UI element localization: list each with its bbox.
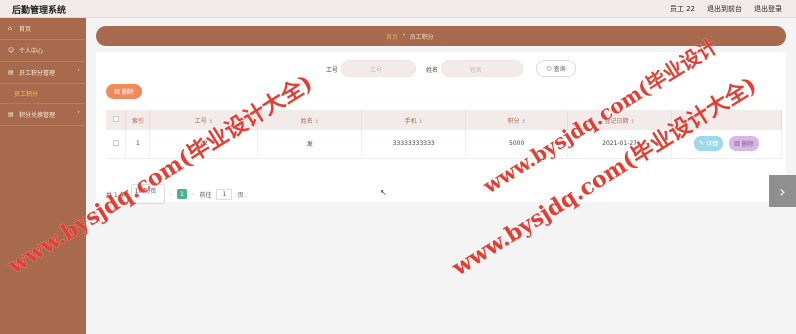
- search-row: 工号 工号 姓名 姓名 ○ 查询: [96, 60, 786, 78]
- data-table: 索引 工号 ⇕ 姓名 ⇕ 手机 ⇕ 积分 ⇕ 登记日期 ⇕ 1 22 发 33333333…: [106, 110, 782, 159]
- select-all-checkbox[interactable]: [112, 116, 119, 122]
- cell-index: 1: [125, 130, 151, 159]
- back-to-front-link[interactable]: 退出到前台: [707, 4, 742, 14]
- emp-no-input[interactable]: 工号: [341, 60, 416, 77]
- current-page[interactable]: 1: [177, 189, 188, 199]
- sidebar: ⌂ 首页 ☺ 个人中心 ▤ 员工积分管理 ˄ 员工积分 ▤ 积分兑换管理 ˅: [0, 18, 86, 334]
- detail-button[interactable]: ✎ 详情: [694, 136, 724, 152]
- query-button[interactable]: ○ 查询: [536, 60, 576, 77]
- sidebar-subitem-points[interactable]: 员工积分: [0, 84, 86, 104]
- emp-no-label: 工号: [326, 67, 339, 74]
- cell-name: 发: [257, 130, 363, 159]
- sidebar-item-label: 员工积分: [14, 91, 39, 98]
- sidebar-item-profile[interactable]: ☺ 个人中心: [0, 40, 86, 62]
- row-checkbox[interactable]: [112, 139, 119, 146]
- column-header[interactable]: 登记日期 ⇕: [567, 110, 673, 130]
- top-right-links: 员工 22 退出到前台 退出登录: [670, 4, 782, 14]
- actions-header: [671, 110, 782, 130]
- column-header[interactable]: 工号 ⇕: [149, 110, 259, 130]
- row-delete-button[interactable]: ▥ 删除: [729, 136, 759, 152]
- sort-icon[interactable]: ⇕: [522, 119, 526, 125]
- sidebar-item-label: 个人中心: [19, 48, 44, 55]
- sidebar-item-label: 积分兑换管理: [19, 112, 56, 119]
- page-size-select[interactable]: 10条/页 ˅: [130, 184, 165, 204]
- cell-actions: ✎ 详情 ▥ 删除: [671, 130, 782, 159]
- edit-icon: ✎: [699, 140, 705, 148]
- trash-icon: ▥: [114, 88, 120, 95]
- cell-emp-no: 22: [149, 130, 259, 159]
- total-count: 共 1 条: [106, 191, 126, 199]
- select-all-cell: [106, 110, 127, 130]
- sidebar-item-exchange-mgmt[interactable]: ▤ 积分兑换管理 ˅: [0, 104, 86, 126]
- sidebar-item-label: 首页: [19, 26, 32, 33]
- user-icon: ☺: [8, 47, 15, 54]
- chevron-up-icon: ˄: [77, 69, 80, 76]
- cell-date: 2021-01-27: [567, 130, 673, 159]
- folder-icon: ▤: [8, 69, 14, 76]
- sidebar-item-label: 员工积分管理: [19, 70, 56, 77]
- breadcrumb: 首页 • 员工积分: [96, 26, 786, 46]
- sort-icon[interactable]: ⇕: [315, 119, 319, 125]
- column-header[interactable]: 姓名 ⇕: [257, 110, 363, 130]
- column-header[interactable]: 手机 ⇕: [361, 110, 467, 130]
- goto-input[interactable]: 1: [216, 188, 233, 200]
- sort-icon[interactable]: ⇕: [630, 119, 634, 125]
- sidebar-item-points-mgmt[interactable]: ▤ 员工积分管理 ˄: [0, 62, 86, 84]
- next-page-icon[interactable]: ›: [192, 191, 194, 198]
- name-input[interactable]: 姓名: [441, 60, 523, 77]
- chevron-down-icon: ˅: [77, 111, 80, 118]
- delete-button[interactable]: ▥ 删除: [106, 84, 142, 99]
- breadcrumb-separator: •: [402, 32, 406, 39]
- app-title: 后勤管理系统: [12, 6, 67, 16]
- logout-link[interactable]: 退出登录: [754, 4, 782, 14]
- breadcrumb-current: 员工积分: [409, 34, 434, 41]
- folder-icon: ▤: [8, 111, 14, 118]
- page-suffix: 页: [237, 191, 244, 199]
- cell-points: 5000: [465, 130, 569, 159]
- breadcrumb-home[interactable]: 首页: [386, 32, 398, 41]
- prev-page-icon[interactable]: ‹: [170, 191, 172, 198]
- sidebar-item-home[interactable]: ⌂ 首页: [0, 18, 86, 40]
- content-card: 工号 工号 姓名 姓名 ○ 查询 ▥ 删除 索引 工号 ⇕ 姓名 ⇕ 手机 ⇕ 积分 ⇕: [96, 52, 786, 204]
- name-label: 姓名: [426, 67, 439, 74]
- column-header[interactable]: 积分 ⇕: [465, 110, 569, 130]
- goto-label: 前往: [199, 191, 212, 199]
- top-bar: 后勤管理系统 员工 22 退出到前台 退出登录: [0, 0, 796, 18]
- trash-icon: ▥: [734, 140, 740, 148]
- mouse-cursor-icon: ↖: [380, 188, 387, 197]
- user-label: 员工 22: [669, 5, 695, 13]
- cell-phone: 33333333333: [361, 130, 467, 159]
- search-icon: ○: [546, 65, 552, 72]
- home-icon: ⌂: [8, 25, 12, 32]
- main-content: 首页 • 员工积分 工号 工号 姓名 姓名 ○ 查询 ▥ 删除 索引 工号 ⇕ …: [86, 18, 796, 334]
- table-row: 1 22 发 33333333333 5000 2021-01-27 ✎ 详情 ▥…: [106, 130, 782, 159]
- sort-icon[interactable]: ⇕: [209, 119, 213, 125]
- column-header: 索引: [125, 110, 151, 130]
- pagination: 共 1 条 10条/页 ˅ ‹ 1 › 前往 1 页: [106, 184, 243, 204]
- sort-icon[interactable]: ⇕: [419, 119, 423, 125]
- chevron-right-icon[interactable]: ›: [769, 175, 796, 207]
- table-header-row: 索引 工号 ⇕ 姓名 ⇕ 手机 ⇕ 积分 ⇕ 登记日期 ⇕: [106, 110, 782, 130]
